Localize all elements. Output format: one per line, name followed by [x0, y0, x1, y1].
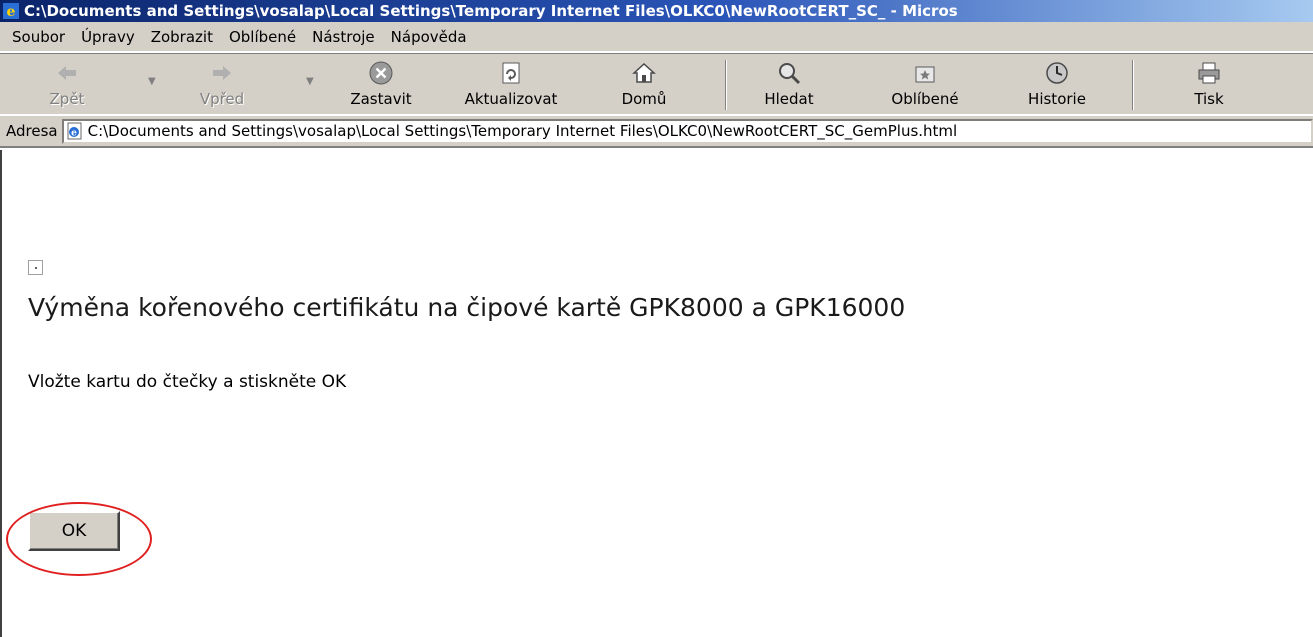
print-label: Tisk — [1194, 90, 1224, 108]
stop-button[interactable]: Zastavit — [340, 56, 422, 114]
favorites-label: Oblíbené — [891, 90, 959, 108]
stop-label: Zastavit — [350, 90, 412, 108]
refresh-button[interactable]: Aktualizovat — [452, 56, 570, 114]
address-label: Adresa — [6, 122, 58, 140]
history-label: Historie — [1028, 90, 1086, 108]
history-button[interactable]: Historie — [1012, 56, 1102, 114]
stop-icon — [369, 61, 393, 85]
search-icon — [779, 63, 801, 85]
favorites-icon — [915, 66, 935, 83]
home-button[interactable]: Domů — [614, 56, 674, 114]
svg-text:e: e — [71, 129, 77, 139]
favorites-button[interactable]: Oblíbené — [880, 56, 970, 114]
search-button[interactable]: Hledat — [752, 56, 826, 114]
search-label: Hledat — [764, 90, 814, 108]
refresh-label: Aktualizovat — [464, 90, 558, 108]
menu-help[interactable]: Nápověda — [383, 22, 475, 52]
home-icon — [632, 62, 656, 83]
window-title-bar[interactable]: e C:\Documents and Settings\vosalap\Loca… — [0, 0, 1313, 22]
address-input[interactable]: e C:\Documents and Settings\vosalap\Loca… — [61, 118, 1313, 144]
print-button[interactable]: Tisk — [1178, 56, 1240, 114]
instruction-text: Vložte kartu do čtečky a stiskněte OK — [28, 372, 347, 392]
forward-label: Vpřed — [199, 90, 245, 108]
window-title: C:\Documents and Settings\vosalap\Local … — [24, 2, 958, 20]
back-label: Zpět — [49, 90, 85, 108]
refresh-icon — [502, 62, 520, 84]
back-button[interactable]: Zpět — [38, 56, 96, 114]
menu-edit[interactable]: Úpravy — [73, 22, 143, 52]
menu-favorites[interactable]: Oblíbené — [221, 22, 304, 52]
menu-bar: Soubor Úpravy Zobrazit Oblíbené Nástroje… — [0, 22, 1313, 52]
page-content — [0, 150, 1313, 637]
address-value: C:\Documents and Settings\vosalap\Local … — [87, 122, 958, 140]
ie-icon: e — [3, 3, 19, 20]
forward-button[interactable]: Vpřed — [192, 56, 252, 114]
menu-view[interactable]: Zobrazit — [143, 22, 221, 52]
ok-button[interactable]: OK — [28, 511, 120, 551]
toolbar-separator-2 — [1132, 60, 1134, 110]
arrow-right-icon — [213, 66, 231, 80]
svg-text:e: e — [7, 4, 16, 20]
arrow-left-icon — [58, 66, 76, 80]
toolbar-separator — [725, 60, 727, 110]
printer-icon — [1198, 62, 1220, 84]
forward-dropdown-icon[interactable]: ▼ — [306, 76, 314, 87]
toolbar: Zpět ▼ Vpřed ▼ Zastavit Aktualizovat Dom… — [0, 53, 1313, 115]
page-icon: e — [67, 122, 82, 140]
home-label: Domů — [621, 90, 667, 108]
page-title: Výměna kořenového certifikátu na čipové … — [28, 293, 906, 322]
history-icon — [1046, 62, 1068, 84]
address-bar: Adresa e C:\Documents and Settings\vosal… — [0, 116, 1313, 148]
back-dropdown-icon[interactable]: ▼ — [148, 76, 156, 87]
menu-file[interactable]: Soubor — [4, 22, 73, 52]
broken-image-icon — [28, 260, 43, 275]
menu-tools[interactable]: Nástroje — [304, 22, 383, 52]
